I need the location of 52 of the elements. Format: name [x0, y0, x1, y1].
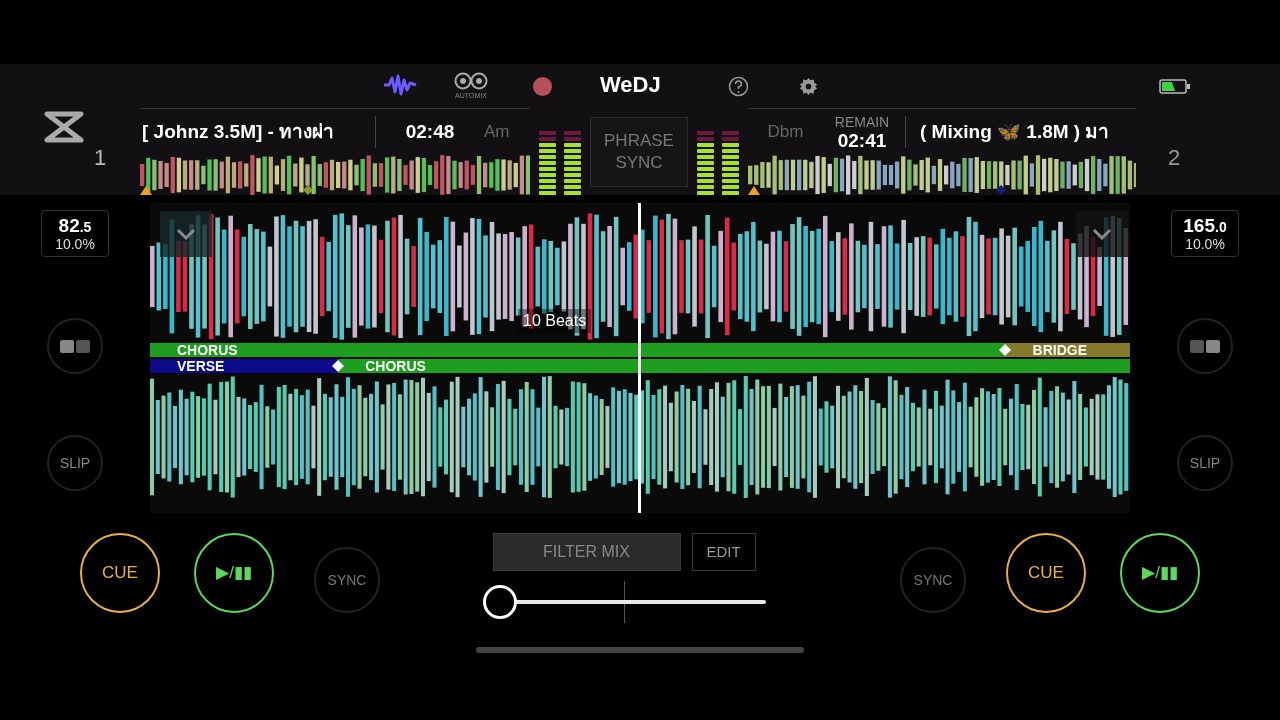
bpm-value: 165 — [1183, 215, 1215, 236]
slip-button[interactable]: SLIP — [47, 435, 103, 491]
bpm-value: 82 — [58, 215, 80, 236]
phrase-label: BRIDGE — [1032, 343, 1087, 357]
cue-marker-icon — [140, 186, 152, 195]
slip-button[interactable]: SLIP — [1177, 435, 1233, 491]
diamond-marker-icon — [332, 360, 345, 372]
track-title: [ Johnz 3.5M] - ทางผ่า — [141, 119, 336, 144]
beat-jump-label: 10 Beats — [518, 309, 592, 333]
settings-icon[interactable] — [799, 77, 818, 96]
app-logo: WeDJ — [600, 74, 661, 96]
edit-button[interactable]: EDIT — [691, 533, 756, 571]
deck-number: 2 — [1168, 144, 1181, 172]
elapsed-time: 02:48 — [404, 119, 456, 144]
battery-icon — [1159, 79, 1191, 94]
pitch-value: 10.0% — [55, 237, 95, 251]
sync-button[interactable]: SYNC — [314, 547, 380, 613]
filter-mix-button[interactable]: FILTER MIX — [492, 533, 681, 571]
chevron-down-icon — [1092, 228, 1112, 240]
remaining-time: 02:41 — [837, 130, 887, 150]
pitch-value: 10.0% — [1185, 237, 1225, 251]
phrase-label: VERSE — [177, 359, 225, 373]
waveform-icon[interactable] — [383, 74, 417, 96]
diamond-marker-icon — [996, 185, 1006, 195]
bpm-fraction: .5 — [79, 219, 92, 235]
sync-button[interactable]: SYNC — [900, 547, 966, 613]
track-key: Dbm — [748, 119, 823, 145]
track-key: Am — [484, 119, 510, 145]
play-pause-button[interactable]: ▶/▮▮ — [1120, 533, 1200, 613]
phrase-label: CHORUS — [177, 343, 238, 357]
layout-toggle-button[interactable] — [1177, 318, 1233, 374]
remain-label: REMAIN — [834, 114, 890, 129]
crossfader-handle[interactable] — [483, 585, 517, 619]
automix-icon[interactable] — [454, 72, 488, 90]
deck-number: 1 — [94, 144, 107, 172]
collapse-button[interactable] — [160, 211, 212, 257]
phrase-label: CHORUS — [365, 359, 426, 373]
phrase-sync-button[interactable]: PHRASE SYNC — [590, 117, 688, 187]
record-button[interactable] — [533, 77, 552, 96]
play-pause-button[interactable]: ▶/▮▮ — [194, 533, 274, 613]
bpm-fraction: .0 — [1215, 219, 1227, 235]
help-icon[interactable] — [728, 76, 749, 97]
cue-button[interactable]: CUE — [80, 533, 160, 613]
cue-marker-icon — [748, 186, 760, 195]
diamond-marker-icon — [998, 344, 1011, 356]
chevron-down-icon — [176, 228, 196, 240]
cue-button[interactable]: CUE — [1006, 533, 1086, 613]
collapse-button[interactable] — [1076, 211, 1128, 257]
diamond-marker-icon — [303, 185, 313, 195]
layout-toggle-button[interactable] — [47, 318, 103, 374]
app-badge-icon — [44, 111, 84, 143]
track-title: ( Mixing 🦋 1.8M ) มา — [919, 119, 1111, 144]
